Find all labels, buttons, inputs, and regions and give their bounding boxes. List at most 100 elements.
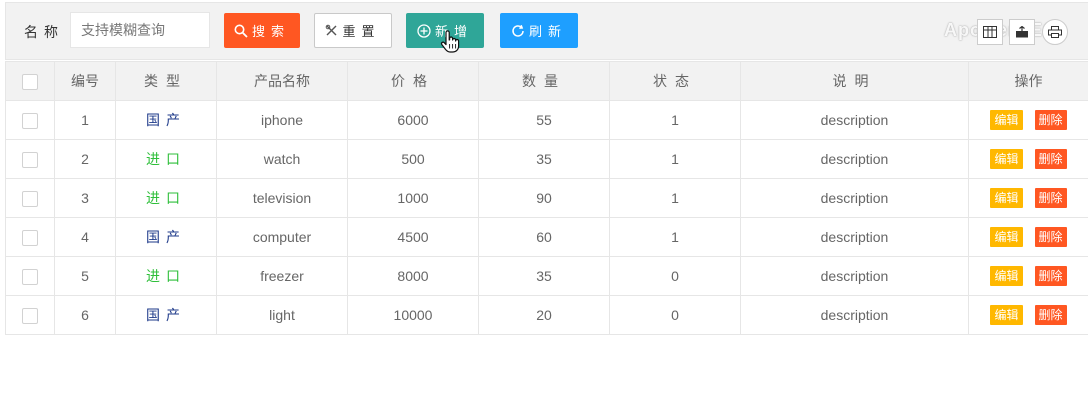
hand-cursor-icon — [440, 30, 460, 53]
column-header: 类型 — [115, 61, 217, 101]
edit-button[interactable]: 编辑 — [990, 266, 1023, 286]
cell-id: 6 — [54, 295, 116, 335]
refresh-button[interactable]: 刷新 — [500, 13, 578, 48]
columns-filter-button[interactable] — [977, 19, 1003, 45]
search-button-label: 搜索 — [251, 24, 290, 39]
cell-type: 国产 — [115, 217, 217, 257]
cell-actions: 编辑 删除 — [968, 256, 1088, 296]
print-icon — [1048, 26, 1062, 38]
edit-button[interactable]: 编辑 — [990, 227, 1023, 247]
table-row: 4 国产 computer 4500 60 1 description 编辑 删除 — [5, 217, 1088, 257]
cell-status: 1 — [609, 178, 741, 218]
cell-type: 国产 — [115, 100, 217, 140]
table-row: 2 进口 watch 500 35 1 description 编辑 删除 — [5, 139, 1088, 179]
row-checkbox[interactable] — [22, 190, 38, 207]
delete-button[interactable]: 删除 — [1034, 149, 1067, 169]
cell-price: 1000 — [347, 178, 479, 218]
cell-name: computer — [216, 217, 348, 257]
row-checkbox[interactable] — [22, 229, 38, 246]
column-header: 产品名称 — [216, 61, 348, 101]
toolbar: 名称 搜索 重置 新增 刷新 ApowerREC — [5, 2, 1088, 60]
cell-id: 1 — [54, 100, 116, 140]
cell-id: 2 — [54, 139, 116, 179]
row-select-cell — [5, 100, 55, 140]
cell-actions: 编辑 删除 — [968, 178, 1088, 218]
cell-price: 6000 — [347, 100, 479, 140]
reset-icon — [326, 24, 337, 36]
row-checkbox[interactable] — [22, 307, 38, 324]
cell-name: television — [216, 178, 348, 218]
cell-name: watch — [216, 139, 348, 179]
delete-button[interactable]: 删除 — [1034, 110, 1067, 130]
table-row: 3 进口 television 1000 90 1 description 编辑 删除 — [5, 178, 1088, 218]
cell-id: 5 — [54, 256, 116, 296]
product-table: 编号 类型 产品名称 价格 数量 状态 说明 操作 1 国产 iphone 6000 5… — [5, 61, 1088, 335]
export-button[interactable] — [1009, 19, 1035, 45]
cell-qty: 55 — [478, 100, 610, 140]
cell-desc: description — [740, 295, 969, 335]
print-button[interactable] — [1042, 19, 1068, 45]
delete-button[interactable]: 删除 — [1034, 227, 1067, 247]
cell-desc: description — [740, 217, 969, 257]
table-row: 6 国产 light 10000 20 0 description 编辑 删除 — [5, 295, 1088, 335]
cell-status: 1 — [609, 139, 741, 179]
cell-desc: description — [740, 139, 969, 179]
reset-button[interactable]: 重置 — [314, 13, 392, 48]
refresh-icon — [512, 24, 524, 37]
cell-price: 500 — [347, 139, 479, 179]
cell-desc: description — [740, 256, 969, 296]
cell-name: light — [216, 295, 348, 335]
cell-actions: 编辑 删除 — [968, 100, 1088, 140]
column-header: 数量 — [478, 61, 610, 101]
edit-button[interactable]: 编辑 — [990, 305, 1023, 325]
cell-status: 0 — [609, 256, 741, 296]
cell-qty: 35 — [478, 256, 610, 296]
row-select-cell — [5, 295, 55, 335]
search-icon — [234, 24, 248, 38]
row-checkbox[interactable] — [22, 151, 38, 168]
column-header: 说明 — [740, 61, 969, 101]
cell-desc: description — [740, 100, 969, 140]
export-icon — [1016, 26, 1028, 38]
column-header: 编号 — [54, 61, 116, 101]
cell-actions: 编辑 删除 — [968, 295, 1088, 335]
cell-desc: description — [740, 178, 969, 218]
cell-price: 4500 — [347, 217, 479, 257]
search-input[interactable] — [70, 12, 210, 48]
cell-id: 3 — [54, 178, 116, 218]
delete-button[interactable]: 删除 — [1034, 188, 1067, 208]
search-button[interactable]: 搜索 — [224, 13, 300, 48]
cell-id: 4 — [54, 217, 116, 257]
add-icon — [417, 23, 431, 38]
name-label: 名称 — [24, 24, 64, 40]
row-select-cell — [5, 256, 55, 296]
delete-button[interactable]: 删除 — [1034, 305, 1067, 325]
table-row: 1 国产 iphone 6000 55 1 description 编辑 删除 — [5, 100, 1088, 140]
edit-button[interactable]: 编辑 — [990, 149, 1023, 169]
cell-type: 进口 — [115, 178, 217, 218]
row-select-cell — [5, 178, 55, 218]
row-checkbox[interactable] — [22, 268, 38, 285]
cell-actions: 编辑 删除 — [968, 139, 1088, 179]
cell-qty: 20 — [478, 295, 610, 335]
column-header: 操作 — [968, 61, 1088, 101]
columns-icon — [983, 26, 997, 38]
cell-status: 0 — [609, 295, 741, 335]
edit-button[interactable]: 编辑 — [990, 188, 1023, 208]
select-all-checkbox[interactable] — [22, 73, 38, 90]
row-select-cell — [5, 139, 55, 179]
column-header: 价格 — [347, 61, 479, 101]
cell-name: freezer — [216, 256, 348, 296]
cell-status: 1 — [609, 217, 741, 257]
row-checkbox[interactable] — [22, 112, 38, 129]
reset-button-label: 重置 — [342, 24, 381, 39]
cell-type: 国产 — [115, 295, 217, 335]
cell-qty: 60 — [478, 217, 610, 257]
cell-qty: 35 — [478, 139, 610, 179]
delete-button[interactable]: 删除 — [1034, 266, 1067, 286]
select-all-cell — [5, 61, 55, 101]
cell-type: 进口 — [115, 256, 217, 296]
column-header: 状态 — [609, 61, 741, 101]
edit-button[interactable]: 编辑 — [990, 110, 1023, 130]
cell-type: 进口 — [115, 139, 217, 179]
